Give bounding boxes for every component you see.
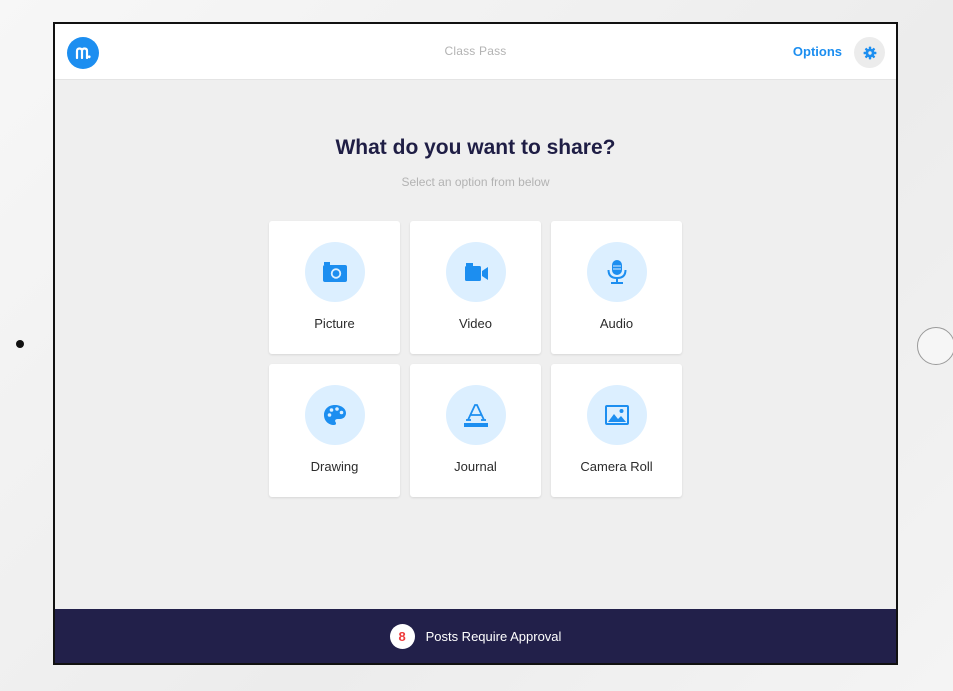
- option-journal[interactable]: Journal: [410, 364, 541, 497]
- camera-icon: [305, 242, 365, 302]
- option-label: Journal: [454, 459, 497, 474]
- share-subheading: Select an option from below: [401, 175, 550, 189]
- option-label: Camera Roll: [580, 459, 653, 474]
- option-label: Video: [458, 316, 492, 331]
- text-a-icon: [446, 385, 506, 445]
- image-icon: [587, 385, 647, 445]
- top-bar: Class Pass Options: [55, 24, 896, 80]
- option-label: Drawing: [310, 459, 359, 474]
- share-heading: What do you want to share?: [335, 136, 616, 159]
- page-title: Class Pass: [444, 44, 507, 58]
- app-screen: Class Pass Options What do you want to s…: [53, 22, 898, 665]
- settings-button[interactable]: [854, 37, 885, 68]
- microphone-icon: [587, 242, 647, 302]
- gear-icon: [863, 46, 876, 59]
- home-button[interactable]: [917, 327, 953, 365]
- pending-count-badge: 8: [389, 623, 415, 649]
- approval-text: Posts Require Approval: [425, 628, 562, 644]
- share-options-grid: Picture Video Audio Drawing Journal Came…: [269, 221, 682, 497]
- approval-bar[interactable]: 8 Posts Require Approval: [55, 609, 896, 663]
- option-label: Audio: [599, 316, 634, 331]
- option-label: Picture: [314, 316, 355, 331]
- options-button[interactable]: Options: [793, 44, 842, 59]
- front-camera: [16, 340, 24, 348]
- option-drawing[interactable]: Drawing: [269, 364, 400, 497]
- video-camera-icon: [446, 242, 506, 302]
- option-picture[interactable]: Picture: [269, 221, 400, 354]
- tablet-device: Class Pass Options What do you want to s…: [0, 0, 953, 691]
- option-video[interactable]: Video: [410, 221, 541, 354]
- palette-icon: [305, 385, 365, 445]
- option-audio[interactable]: Audio: [551, 221, 682, 354]
- option-camera-roll[interactable]: Camera Roll: [551, 364, 682, 497]
